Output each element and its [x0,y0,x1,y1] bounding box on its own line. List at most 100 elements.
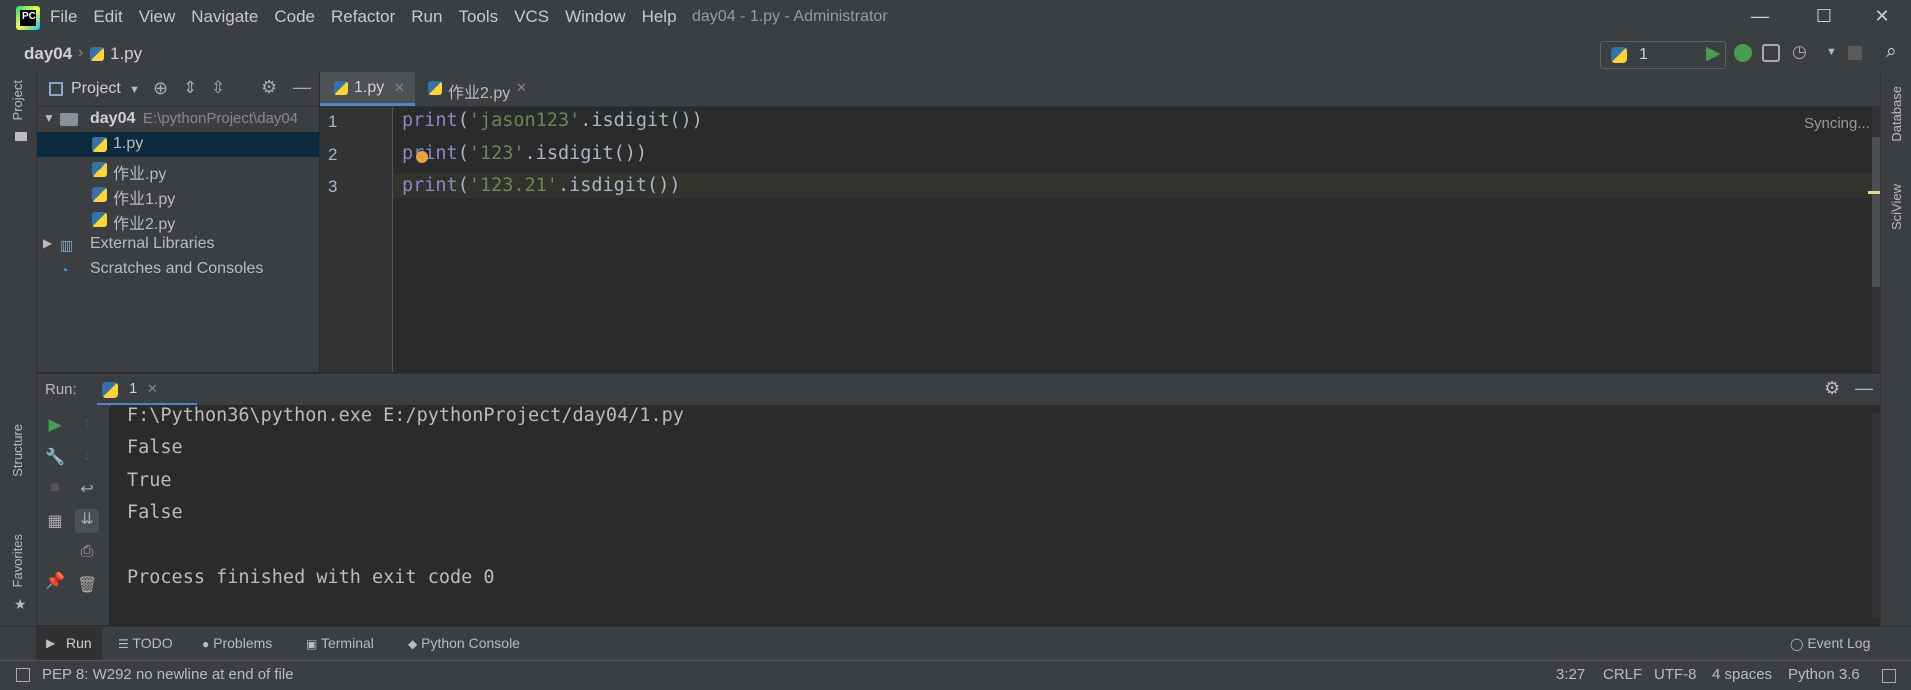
stop-icon[interactable] [1848,46,1862,60]
tool-tab-problems[interactable]: ● Problems [202,635,272,651]
tree-file-label: 1.py [113,135,144,152]
project-tool-window-tab[interactable]: Project [10,80,25,120]
scratches-icon: ◔ [60,262,69,278]
menu-tools[interactable]: Tools [458,7,498,27]
tree-file-label: 作业1.py [113,191,176,208]
stop-icon[interactable]: ■ [45,479,65,499]
search-icon[interactable]: ⌕ [1886,41,1897,63]
status-line-separator[interactable]: CRLF [1603,666,1642,683]
profile-icon[interactable]: ◷ [1792,42,1807,62]
menu-window[interactable]: Window [565,7,625,27]
collapse-all-icon[interactable]: ⇳ [211,78,225,98]
run-icon[interactable]: ▶ [1706,42,1721,65]
more-run-options-icon[interactable]: ▼ [1826,46,1837,58]
tool-tab-terminal[interactable]: ▣ Terminal [306,635,374,651]
console-scrollbar[interactable] [1872,413,1880,618]
run-console[interactable]: F:\Python36\python.exe E:/pythonProject/… [110,405,1880,625]
menu-vcs[interactable]: VCS [514,7,549,27]
tool-tab-python-console[interactable]: ◆ Python Console [408,635,520,651]
close-icon[interactable]: ✕ [516,80,527,96]
menu-help[interactable]: Help [642,7,677,27]
menu-run[interactable]: Run [411,7,442,27]
arrow-up-icon[interactable]: ↑ [77,415,97,435]
wrench-icon[interactable]: 🔧 [45,447,65,467]
pin-icon[interactable]: 📌 [45,571,65,591]
minimize-button[interactable]: — [1748,6,1772,30]
project-panel-header: Project ▼ ⊕ ⇕ ⇳ ⚙ — [37,72,319,107]
sciview-tool-window-tab[interactable]: SciView [1889,184,1904,230]
status-encoding[interactable]: UTF-8 [1654,666,1697,683]
run-tab[interactable]: 1 ✕ [97,374,197,406]
trash-icon[interactable]: 🗑 [77,575,97,595]
menu-code[interactable]: Code [274,7,315,27]
print-icon[interactable]: ⎙ [77,543,97,563]
breadcrumb-project[interactable]: day04 [24,44,72,64]
tool-tab-label: Terminal [320,635,374,651]
tree-root-day04[interactable]: ▼ day04 E:\pythonProject\day04 [37,107,319,132]
scroll-to-end-icon[interactable]: ⇊ [75,509,99,533]
intention-bulb-icon[interactable] [416,151,428,163]
chevron-down-icon[interactable]: ▼ [129,84,140,96]
favorites-tool-window-tab[interactable]: Favorites [10,534,25,587]
hide-panel-icon[interactable]: — [293,77,311,98]
debug-icon[interactable] [1734,44,1752,62]
layout-icon[interactable]: ▦ [45,511,65,531]
structure-tool-window-tab[interactable]: Structure [10,424,25,477]
tool-tab-event-log[interactable]: ◯ Event Log [1790,635,1870,651]
title-bar: PC File Edit View Navigate Code Refactor… [0,0,1911,36]
tool-tab-label: TODO [132,635,173,651]
breadcrumb-file[interactable]: 1.py [110,44,142,64]
menu-file[interactable]: File [50,7,77,27]
tree-file-1py[interactable]: 1.py [37,132,319,157]
tool-tab-todo[interactable]: ☰ TODO [118,635,173,651]
status-caret-position[interactable]: 3:27 [1556,666,1585,683]
event-log-icon: ◯ [1790,637,1804,651]
close-icon[interactable]: ✕ [147,381,158,397]
gear-icon[interactable]: ⚙ [261,77,277,98]
tree-file-zuoye1[interactable]: 作业1.py [37,182,319,208]
tab-1py[interactable]: 1.py ✕ [320,72,415,106]
editor-scrollbar[interactable] [1872,107,1880,372]
hide-panel-icon[interactable]: — [1855,378,1873,399]
gear-icon[interactable]: ⚙ [1824,378,1840,399]
locate-file-icon[interactable]: ⊕ [153,78,168,99]
status-indent[interactable]: 4 spaces [1712,666,1772,683]
tree-scratches[interactable]: ◔ Scratches and Consoles [37,257,319,282]
python-icon: ◆ [408,637,418,651]
lock-icon[interactable] [1882,669,1896,683]
right-tool-strip: Database SciView [1880,72,1911,646]
tab-zuoye2py[interactable]: 作业2.py ✕ [416,72,536,106]
run-panel-header: Run: 1 ✕ ⚙ — [37,373,1880,406]
menu-view[interactable]: View [139,7,176,27]
tree-file-zuoye[interactable]: 作业.py [37,157,319,183]
python-file-icon [90,47,104,61]
run-with-coverage-icon[interactable] [1762,44,1780,62]
database-tool-window-tab[interactable]: Database [1889,86,1904,142]
menu-navigate[interactable]: Navigate [191,7,258,27]
left-tool-strip: Project Structure Favorites ★ [0,72,37,646]
tree-file-zuoye2[interactable]: 作业2.py [37,207,319,233]
warning-marker[interactable] [1868,191,1880,194]
tree-external-libraries[interactable]: ▶ ▥ External Libraries [37,232,319,257]
status-interpreter[interactable]: Python 3.6 [1788,666,1860,683]
line-number: 2 [328,145,338,164]
main-menu: File Edit View Navigate Code Refactor Ru… [50,7,693,27]
close-window-button[interactable]: ✕ [1870,6,1894,30]
menu-edit[interactable]: Edit [93,7,122,27]
close-icon[interactable]: ✕ [394,80,405,96]
rerun-icon[interactable]: ▶ [45,415,65,435]
run-config-label: 1 [1639,46,1648,63]
soft-wrap-icon[interactable]: ↩ [77,479,97,499]
menu-refactor[interactable]: Refactor [331,7,395,27]
project-view-select[interactable]: Project [71,80,121,98]
code-editor[interactable]: 1 2 3 print('jason123'.isdigit()) print(… [320,107,1880,372]
code-line-3: print('123.21'.isdigit()) [402,175,681,196]
line-number: 3 [328,177,338,196]
arrow-down-icon[interactable]: ↓ [77,447,97,467]
status-bar: PEP 8: W292 no newline at end of file 3:… [0,660,1911,690]
expand-all-icon[interactable]: ⇕ [183,78,197,98]
tool-tab-run[interactable]: ▶ Run [36,627,102,661]
maximize-button[interactable]: ☐ [1812,6,1836,30]
toggle-tool-windows-icon[interactable] [16,668,30,682]
project-tree: ▼ day04 E:\pythonProject\day04 1.py 作业.p… [37,107,319,372]
